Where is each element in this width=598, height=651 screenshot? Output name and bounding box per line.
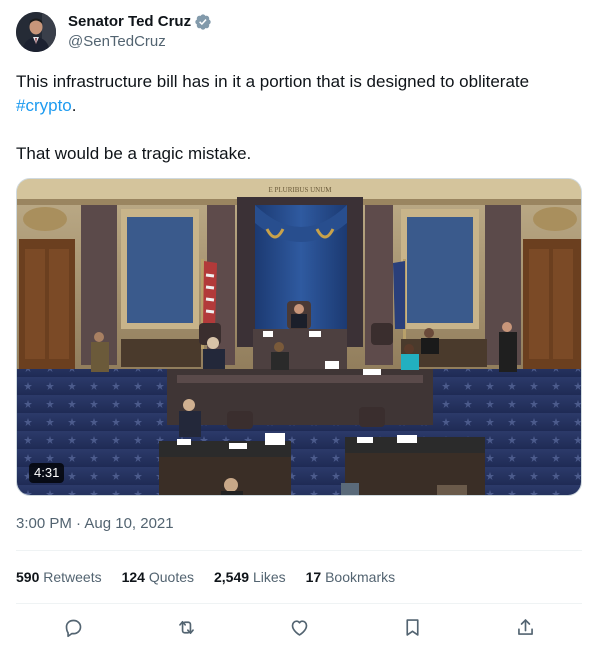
quotes-label: Quotes	[148, 569, 194, 585]
display-name[interactable]: Senator Ted Cruz	[68, 12, 191, 32]
divider-bottom	[16, 603, 582, 604]
video-player[interactable]: E PLURIBUS UNUM 4:31	[16, 178, 582, 496]
bookmark-button[interactable]	[401, 616, 423, 638]
like-button[interactable]	[288, 616, 310, 638]
tweet-text-period: .	[71, 96, 77, 115]
reply-button[interactable]	[62, 616, 84, 638]
divider-top	[16, 550, 582, 551]
retweets-label: Retweets	[43, 569, 102, 585]
tweet-text-line1-content: This infrastructure bill has in it a por…	[16, 72, 530, 91]
verified-badge-icon[interactable]	[194, 13, 212, 31]
avatar[interactable]	[16, 12, 56, 52]
tweet: Senator Ted Cruz @SenTedCruz This infras…	[0, 0, 598, 651]
tweet-header: Senator Ted Cruz @SenTedCruz	[16, 12, 212, 52]
likes-stat[interactable]: 2,549 Likes	[214, 567, 286, 587]
bookmark-icon	[405, 618, 419, 636]
bookmarks-count: 17	[305, 569, 322, 585]
video-duration: 4:31	[29, 463, 65, 483]
hashtag-link[interactable]: #crypto	[16, 96, 72, 115]
tweet-text: This infrastructure bill has in it a por…	[16, 70, 582, 166]
tweet-text-line1: This infrastructure bill has in it a por…	[16, 70, 582, 94]
author-handle[interactable]: @SenTedCruz	[68, 32, 212, 52]
reply-icon	[65, 619, 81, 637]
display-name-row: Senator Ted Cruz	[68, 12, 212, 32]
inscription: E PLURIBUS UNUM	[268, 186, 332, 194]
tweet-stats: 590 Retweets 124 Quotes 2,549 Likes 17 B…	[16, 567, 395, 587]
retweet-button[interactable]	[175, 616, 197, 638]
bookmarks-stat[interactable]: 17 Bookmarks	[306, 567, 396, 587]
tweet-text-line2: #crypto.	[16, 94, 582, 118]
bookmarks-label: Bookmarks	[325, 569, 396, 585]
tweet-text-line3: That would be a tragic mistake.	[16, 144, 252, 163]
retweets-stat[interactable]: 590 Retweets	[16, 567, 102, 587]
likes-label: Likes	[252, 569, 286, 585]
quotes-count: 124	[121, 569, 145, 585]
like-icon	[291, 619, 307, 636]
likes-count: 2,549	[214, 569, 250, 585]
video-thumbnail: E PLURIBUS UNUM	[17, 179, 581, 495]
retweets-count: 590	[16, 569, 40, 585]
author-names: Senator Ted Cruz @SenTedCruz	[68, 12, 212, 52]
retweet-icon	[178, 620, 194, 634]
share-icon	[517, 618, 533, 635]
tweet-timestamp[interactable]: 3:00 PM · Aug 10, 2021	[16, 514, 174, 534]
share-button[interactable]	[514, 616, 536, 638]
tweet-actions	[16, 616, 582, 638]
quotes-stat[interactable]: 124 Quotes	[122, 567, 194, 587]
